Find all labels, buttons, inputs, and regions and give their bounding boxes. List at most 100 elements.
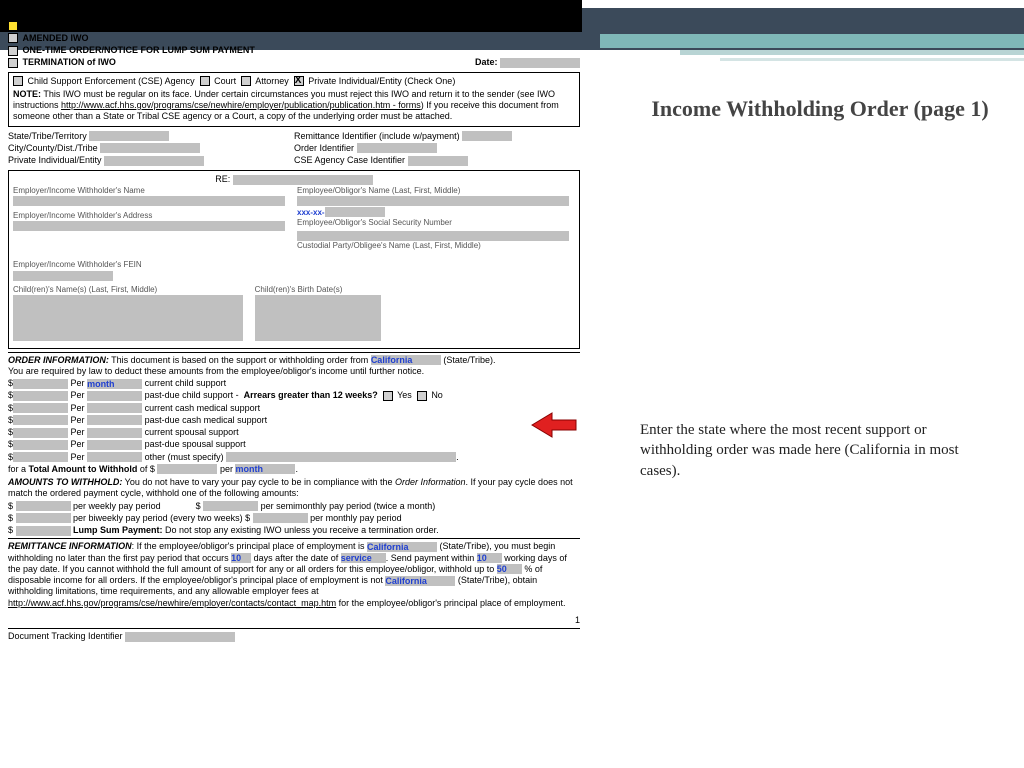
field-re[interactable] xyxy=(233,175,373,185)
field-city[interactable] xyxy=(100,143,200,153)
field-amt1[interactable] xyxy=(13,379,68,389)
remit-10a: 10 xyxy=(231,553,241,563)
lbl-state: State/Tribe/Territory xyxy=(8,131,87,141)
checkbox-private[interactable] xyxy=(294,76,304,86)
ssn-mask: xxx-xx- xyxy=(297,208,325,217)
checkbox-amended[interactable] xyxy=(8,33,18,43)
field-lump[interactable] xyxy=(16,526,71,536)
lbl-childdob: Child(ren)'s Birth Date(s) xyxy=(255,285,396,295)
field-remit[interactable] xyxy=(462,131,512,141)
remit-link[interactable]: http://www.acf.hhs.gov/programs/cse/newh… xyxy=(8,598,336,608)
date-field[interactable] xyxy=(500,58,580,68)
field-ssn[interactable] xyxy=(325,207,385,217)
remit-t8: for the employee/obligor's principal pla… xyxy=(336,598,565,608)
line-c: current cash medical support xyxy=(145,403,261,413)
opt-amended: AMENDED IWO xyxy=(23,33,89,43)
checkbox-yes[interactable] xyxy=(383,391,393,401)
date-label: Date: xyxy=(475,57,498,67)
field-amt6[interactable] xyxy=(13,440,68,450)
lbl-cse: Child Support Enforcement (CSE) Agency xyxy=(28,76,195,86)
field-tracking[interactable] xyxy=(125,632,235,642)
field-amt4[interactable] xyxy=(13,415,68,425)
remittance-block: REMITTANCE INFORMATION: If the employee/… xyxy=(8,541,580,609)
lbl-semi: per semimonthly pay period (twice a mont… xyxy=(261,501,436,511)
line-f: past-due spousal support xyxy=(145,439,246,449)
field-biweekly[interactable] xyxy=(16,513,71,523)
checkbox-court[interactable] xyxy=(200,76,210,86)
tracking-label: Document Tracking Identifier xyxy=(8,631,123,641)
lbl-no: No xyxy=(431,390,443,400)
field-empaddr[interactable] xyxy=(13,221,285,231)
check-one-box: Child Support Enforcement (CSE) Agency C… xyxy=(8,72,580,127)
checkbox-no[interactable] xyxy=(417,391,427,401)
line-a: current child support xyxy=(145,378,227,388)
remit-t3: days after the date of xyxy=(254,553,341,563)
per-month: month xyxy=(87,379,115,389)
field-total[interactable] xyxy=(157,464,217,474)
field-cust[interactable] xyxy=(297,231,569,241)
checkbox-onetime[interactable] xyxy=(8,46,18,56)
lbl-weekly: per weekly pay period xyxy=(73,501,161,511)
opt-original: ORIGINAL INCOME WITHHOLDING ORDER/NOTICE… xyxy=(23,21,338,31)
checkbox-attorney[interactable] xyxy=(241,76,251,86)
form-number: FL-195 xyxy=(543,8,572,19)
note-label: NOTE: xyxy=(13,89,41,99)
field-oblname[interactable] xyxy=(297,196,569,206)
lbl-city: City/County/Dist./Tribe xyxy=(8,143,98,153)
page-number: 1 xyxy=(8,615,580,626)
field-childname[interactable] xyxy=(13,295,243,341)
field-semi[interactable] xyxy=(203,501,258,511)
field-weekly[interactable] xyxy=(16,501,71,511)
order-intro2: You are required by law to deduct these … xyxy=(8,366,580,377)
field-priv[interactable] xyxy=(104,156,204,166)
lbl-attorney: Attorney xyxy=(255,76,289,86)
lbl-fein: Employer/Income Withholder's FEIN xyxy=(13,260,291,270)
field-amt5[interactable] xyxy=(13,428,68,438)
lbl-yes: Yes xyxy=(397,390,412,400)
field-per5[interactable] xyxy=(87,428,142,438)
field-per4[interactable] xyxy=(87,415,142,425)
field-other[interactable] xyxy=(226,452,456,462)
field-amt2[interactable] xyxy=(13,391,68,401)
remit-ca2: California xyxy=(385,576,427,586)
field-state[interactable] xyxy=(89,131,169,141)
field-childdob[interactable] xyxy=(255,295,381,341)
field-per2[interactable] xyxy=(87,391,142,401)
lbl-childname: Child(ren)'s Name(s) (Last, First, Middl… xyxy=(13,285,255,295)
order-info: ORDER INFORMATION: This document is base… xyxy=(8,355,580,476)
field-per6[interactable] xyxy=(87,440,142,450)
field-order[interactable] xyxy=(357,143,437,153)
field-empname[interactable] xyxy=(13,196,285,206)
lbl-order: Order Identifier xyxy=(294,143,354,153)
remit-50: 50 xyxy=(497,564,507,574)
form-title: INCOME WITHHOLDING FOR SUPPORT xyxy=(8,6,580,19)
per: Per xyxy=(71,378,85,388)
field-monthly[interactable] xyxy=(253,513,308,523)
per: Per xyxy=(71,452,85,462)
remit-ca1: California xyxy=(367,542,409,552)
stripe xyxy=(600,34,1024,48)
slide-title: Income Withholding Order (page 1) xyxy=(640,96,1000,122)
lbl-private: Private Individual/Entity (Check One) xyxy=(308,76,455,86)
field-amt3[interactable] xyxy=(13,403,68,413)
order-state-val: California xyxy=(371,355,413,365)
re-label: RE: xyxy=(215,174,230,184)
field-per7[interactable] xyxy=(87,452,142,462)
lbl-court: Court xyxy=(214,76,236,86)
per: Per xyxy=(71,439,85,449)
lbl-oblname: Employee/Obligor's Name (Last, First, Mi… xyxy=(297,186,575,196)
checkbox-termination[interactable] xyxy=(8,58,18,68)
lbl-cust: Custodial Party/Obligee's Name (Last, Fi… xyxy=(297,241,575,251)
remit-hdr: REMITTANCE INFORMATION xyxy=(8,541,132,551)
checkbox-cse[interactable] xyxy=(13,76,23,86)
field-per3[interactable] xyxy=(87,403,142,413)
per: Per xyxy=(71,427,85,437)
opt-termination: TERMINATION of IWO xyxy=(23,57,116,67)
field-amt7[interactable] xyxy=(13,452,68,462)
remit-t4: . Send payment within xyxy=(386,553,477,563)
field-cseid[interactable] xyxy=(408,156,468,166)
field-fein[interactable] xyxy=(13,271,113,281)
note-link[interactable]: http://www.acf.hhs.gov/programs/cse/newh… xyxy=(61,100,421,110)
lump-b: Lump Sum Payment: xyxy=(73,525,163,535)
checkbox-original[interactable] xyxy=(8,21,18,31)
